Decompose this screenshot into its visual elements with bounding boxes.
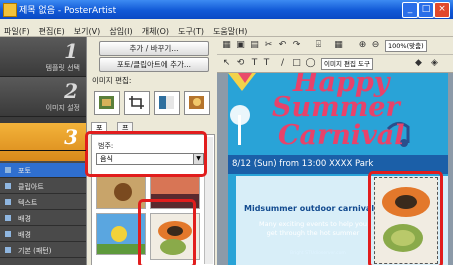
category-label: 텍스트 <box>18 199 38 207</box>
step-number: 3 <box>64 125 78 149</box>
poster-subtitle: Midsummer outdoor carnival <box>244 204 375 213</box>
app-icon <box>3 3 17 17</box>
poster-description: Many exciting events to help you get thr… <box>259 220 367 237</box>
category-icon <box>5 247 11 253</box>
color-icon[interactable]: ◆ <box>413 58 424 69</box>
category-item[interactable]: 기본 (패턴) <box>0 243 86 258</box>
category-icon <box>5 215 11 221</box>
poster-url: Bright STUdioserver.com <box>290 251 346 256</box>
adjust-button[interactable] <box>154 91 180 115</box>
category-icon <box>5 231 11 237</box>
category-icon <box>5 167 11 173</box>
category-label: 배경 <box>18 231 31 239</box>
menu-view[interactable]: 보기(V) <box>74 26 100 37</box>
step-1[interactable]: 1 템플릿 선택 <box>0 37 86 77</box>
category-item[interactable]: 배경 <box>0 211 86 226</box>
adjust-icon <box>159 96 174 109</box>
category-item[interactable]: 텍스트 <box>0 195 86 210</box>
step-label: 이미지 설정 <box>45 104 80 112</box>
poster-date: 8/12 (Sun) from 13:00 XXXX Park <box>232 159 374 169</box>
ellipse-icon[interactable]: ◯ <box>305 58 316 69</box>
category-icon <box>5 199 11 205</box>
step-number: 1 <box>64 39 78 63</box>
add-replace-button[interactable]: 추가 / 바꾸기... <box>99 41 209 56</box>
main-toolbar: ▦ ▣ ▤ ✂ ↶ ↷ ⌹ ▦ ⊕ ⊖ 100%(맞춤) <box>217 37 453 55</box>
category-highlight <box>85 131 207 177</box>
zoom-select[interactable]: 100%(맞춤) <box>385 40 427 52</box>
category-label: 클립아트 <box>18 183 44 191</box>
layout-icon[interactable]: ⌹ <box>313 40 324 51</box>
category-label: 포토 <box>18 167 31 175</box>
category-item[interactable]: 배경 <box>0 227 86 242</box>
scissors-icon[interactable]: ✂ <box>263 40 274 51</box>
zoom-in-icon[interactable]: ⊕ <box>357 40 368 51</box>
category-label: 배경 <box>18 215 31 223</box>
step-label: 템플릿 선택 <box>45 64 80 72</box>
effect-icon <box>189 96 204 109</box>
rotate-icon[interactable]: ⟲ <box>235 58 246 69</box>
menu-bar: 파일(F) 편집(E) 보기(V) 삽입(I) 개체(O) 도구(T) 도움말(… <box>0 19 453 37</box>
crop-icon <box>129 96 144 109</box>
minimize-button[interactable]: _ <box>402 2 418 18</box>
pointer-icon[interactable]: ↖ <box>221 58 232 69</box>
step-number: 2 <box>64 79 78 103</box>
menu-edit[interactable]: 편집(E) <box>39 26 65 37</box>
line-icon[interactable]: / <box>277 58 288 69</box>
menu-help[interactable]: 도움말(H) <box>213 26 247 37</box>
menu-object[interactable]: 개체(O) <box>142 26 169 37</box>
category-icon <box>5 183 11 189</box>
zoom-out-icon[interactable]: ⊖ <box>370 40 381 51</box>
add-to-photo-button[interactable]: 포토/클립아트에 추가... <box>99 57 209 72</box>
open-icon[interactable]: ▣ <box>235 40 246 51</box>
category-item[interactable]: 포토 <box>0 163 86 178</box>
inserted-image-highlight <box>368 171 443 265</box>
crop-button[interactable] <box>124 91 150 115</box>
category-item[interactable]: 클립아트 <box>0 179 86 194</box>
undo-icon[interactable]: ↶ <box>277 40 288 51</box>
text-icon[interactable]: T <box>249 58 260 69</box>
callout-line <box>0 150 86 151</box>
redo-icon[interactable]: ↷ <box>291 40 302 51</box>
poster-title-line-2: Summer <box>272 92 400 123</box>
image-edit-label: 이미지 편집: <box>92 76 132 85</box>
category-list: 포토 클립아트 텍스트 배경 배경 기본 (패턴) <box>0 161 86 265</box>
thumbnail-highlight <box>138 199 196 265</box>
vertical-text-icon[interactable]: T <box>261 58 272 69</box>
rectangle-icon[interactable]: □ <box>291 58 302 69</box>
edit-frame-button[interactable] <box>94 91 120 115</box>
frame-icon <box>99 96 114 109</box>
print-icon[interactable]: ▦ <box>221 40 232 51</box>
step-3[interactable]: 3 <box>0 123 86 162</box>
poster-artist-window: 제목 없음 - PosterArtist _ □ × 파일(F) 편집(E) 보… <box>0 0 453 265</box>
edit-toolbar: ↖ ⟲ T T / □ ◯ 이미지 편집 도구 ◆ ◈ <box>217 55 453 73</box>
window-title: 제목 없음 - PosterArtist <box>19 6 117 16</box>
menu-tools[interactable]: 도구(T) <box>178 26 204 37</box>
menu-insert[interactable]: 삽입(I) <box>109 26 132 37</box>
step-2[interactable]: 2 이미지 설정 <box>0 77 86 117</box>
close-button[interactable]: × <box>434 2 450 18</box>
grid-icon[interactable]: ▦ <box>333 40 344 51</box>
layer-icon[interactable]: ◈ <box>429 58 440 69</box>
poster-title-line-3: Carnival <box>278 120 405 151</box>
maximize-button[interactable]: □ <box>418 2 434 18</box>
title-bar: 제목 없음 - PosterArtist _ □ × <box>0 0 453 19</box>
save-icon[interactable]: ▤ <box>249 40 260 51</box>
menu-file[interactable]: 파일(F) <box>4 26 30 37</box>
category-label: 기본 (패턴) <box>18 247 52 255</box>
effect-button[interactable] <box>184 91 210 115</box>
image-edit-tool-button[interactable]: 이미지 편집 도구 <box>321 58 373 70</box>
